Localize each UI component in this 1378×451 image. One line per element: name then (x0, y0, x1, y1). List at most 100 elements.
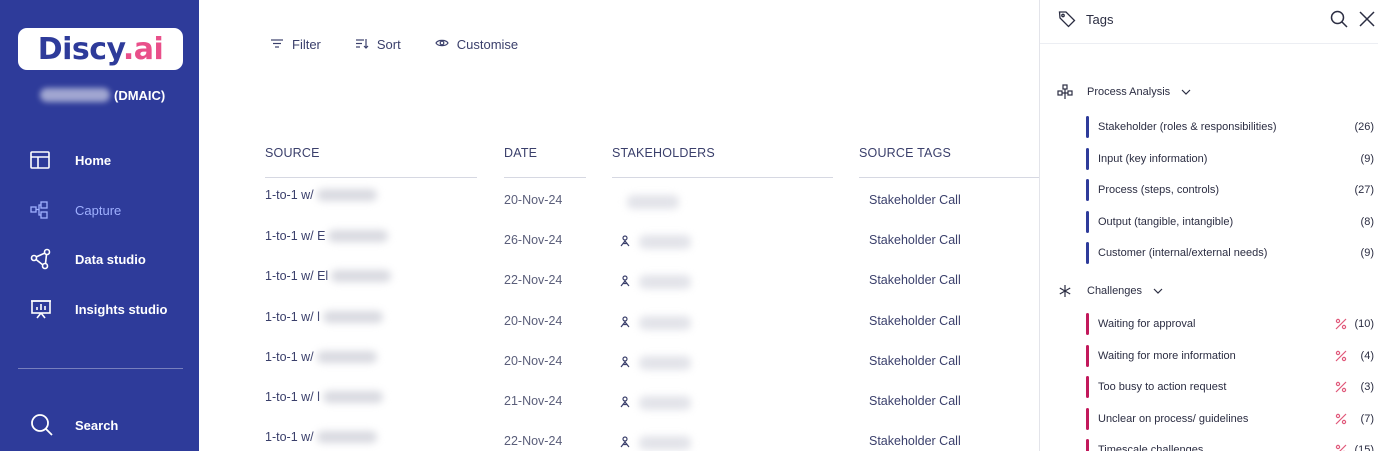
tag-count: (7) (1360, 413, 1374, 425)
tag-item[interactable]: Timescale challenges (15) (1086, 439, 1376, 451)
tag-item[interactable]: Customer (internal/external needs) (9) (1086, 242, 1376, 264)
workspace-suffix: (DMAIC) (114, 87, 166, 103)
tag-color-bar (1086, 439, 1089, 451)
tag-count: (27) (1354, 184, 1374, 196)
sort-label: Sort (376, 37, 401, 52)
source-cell[interactable]: 1-to-1 w/ l (265, 385, 383, 409)
tag-group-header[interactable]: Process Analysis (1056, 84, 1192, 100)
source-cell[interactable]: 1-to-1 w/ (265, 183, 377, 207)
source-text: 1-to-1 w/ El (265, 269, 329, 283)
nav-item-capture[interactable]: Capture (30, 197, 121, 223)
tag-item[interactable]: Input (key information) (9) (1086, 148, 1376, 170)
search-icon[interactable] (1330, 10, 1348, 28)
source-tag-cell[interactable]: Stakeholder Call (869, 188, 961, 212)
source-cell[interactable]: 1-to-1 w/ E (265, 224, 389, 248)
tag-item[interactable]: Output (tangible, intangible) (8) (1086, 211, 1376, 233)
source-cell[interactable]: 1-to-1 w/ l (265, 305, 383, 329)
column-header-source[interactable]: SOURCE (265, 146, 320, 160)
stakeholders-cell (619, 431, 691, 451)
date-cell: 20-Nov-24 (504, 193, 563, 207)
redacted-stakeholder (639, 436, 691, 450)
logo-ai-text: ai (133, 31, 164, 67)
logo[interactable]: Discy.ai (18, 28, 183, 70)
source-text: 1-to-1 w/ (265, 350, 314, 364)
source-tag-cell[interactable]: Stakeholder Call (869, 429, 961, 451)
layout-icon (30, 149, 60, 171)
date-cell: 20-Nov-24 (504, 354, 563, 368)
tag-item[interactable]: Waiting for more information (4) (1086, 345, 1376, 367)
redacted-stakeholder (639, 316, 691, 330)
source-tag-cell[interactable]: Stakeholder Call (869, 228, 961, 252)
close-icon[interactable] (1358, 10, 1376, 28)
process-icon (1056, 84, 1074, 100)
sidebar: Discy.ai (DMAIC) Home Capture Data studi… (0, 0, 199, 451)
tag-item[interactable]: Stakeholder (roles & responsibilities) (2… (1086, 116, 1376, 138)
source-cell[interactable]: 1-to-1 w/ (265, 425, 377, 449)
tag-label: Stakeholder (roles & responsibilities) (1098, 121, 1277, 133)
table-row[interactable]: 1-to-1 w/ l 20-Nov-24 Stakeholder Call (265, 305, 1040, 345)
nav-item-insights-studio[interactable]: Insights studio (30, 296, 167, 322)
tags-panel: Tags Process Analysis Stakeholder (roles … (1039, 0, 1378, 451)
nav-item-home[interactable]: Home (30, 147, 111, 173)
customise-label: Customise (456, 37, 519, 52)
tag-item[interactable]: Waiting for approval (10) (1086, 313, 1376, 335)
column-header-stakeholders[interactable]: STAKEHOLDERS (612, 146, 715, 160)
stakeholder-icon (619, 315, 631, 331)
tag-count: (4) (1360, 350, 1374, 362)
workspace-selector[interactable]: (DMAIC) (40, 84, 165, 106)
source-tag-cell[interactable]: Stakeholder Call (869, 349, 961, 373)
filter-icon (270, 36, 284, 53)
tag-group-label: Challenges (1087, 285, 1143, 297)
sort-icon (355, 36, 369, 53)
tag-label: Output (tangible, intangible) (1098, 216, 1234, 228)
date-cell: 22-Nov-24 (504, 273, 563, 287)
redacted-stakeholder (639, 396, 691, 410)
source-cell[interactable]: 1-to-1 w/ El (265, 264, 392, 288)
tag-count: (15) (1354, 444, 1374, 451)
nav-label-capture: Capture (75, 202, 122, 218)
date-cell: 26-Nov-24 (504, 233, 563, 247)
chevron-down-icon[interactable] (1152, 285, 1164, 297)
source-tag-cell[interactable]: Stakeholder Call (869, 268, 961, 292)
logo-dot-text: . (122, 31, 134, 67)
eye-icon (435, 36, 449, 53)
tag-icon (1058, 10, 1076, 28)
nav-item-data-studio[interactable]: Data studio (30, 246, 146, 272)
stakeholder-icon (619, 435, 631, 451)
tag-item[interactable]: Process (steps, controls) (27) (1086, 179, 1376, 201)
tag-color-bar (1086, 345, 1089, 367)
table-row[interactable]: 1-to-1 w/20-Nov-24 Stakeholder Call (265, 345, 1040, 385)
redacted-name (316, 189, 377, 201)
tag-count: (9) (1360, 247, 1374, 259)
nav-item-search[interactable]: Search (30, 412, 118, 438)
redacted-name (322, 311, 383, 323)
chevron-down-icon[interactable] (1180, 86, 1192, 98)
tag-count: (3) (1360, 381, 1374, 393)
filter-button[interactable]: Filter (270, 36, 321, 53)
stakeholders-cell (619, 230, 691, 254)
tag-group-header[interactable]: Challenges (1056, 283, 1164, 299)
column-header-date[interactable]: DATE (504, 146, 537, 160)
toolbar: Filter Sort Customise (270, 36, 518, 53)
table-row[interactable]: 1-to-1 w/ E 26-Nov-24 Stakeholder Call (265, 224, 1040, 264)
table-row[interactable]: 1-to-1 w/ l 21-Nov-24 Stakeholder Call (265, 385, 1040, 425)
table-row[interactable]: 1-to-1 w/20-Nov-24 Stakeholder Call (265, 184, 1040, 224)
stakeholders-cell (619, 190, 679, 214)
stakeholders-cell (619, 391, 691, 415)
sort-button[interactable]: Sort (355, 36, 401, 53)
tag-item[interactable]: Unclear on process/ guidelines (7) (1086, 408, 1376, 430)
source-tag-cell[interactable]: Stakeholder Call (869, 389, 961, 413)
stakeholders-cell (619, 311, 691, 335)
source-tag-cell[interactable]: Stakeholder Call (869, 309, 961, 333)
tag-color-bar (1086, 179, 1089, 201)
source-cell[interactable]: 1-to-1 w/ (265, 345, 377, 369)
customise-button[interactable]: Customise (435, 36, 518, 53)
tag-item[interactable]: Too busy to action request (3) (1086, 376, 1376, 398)
stakeholder-icon (619, 274, 631, 290)
source-text: 1-to-1 w/ l (265, 310, 320, 324)
table-row[interactable]: 1-to-1 w/ El 22-Nov-24 Stakeholder Call (265, 264, 1040, 304)
tag-label: Process (steps, controls) (1098, 184, 1220, 196)
logo-main-text: Discy (37, 31, 124, 67)
column-header-source-tags[interactable]: SOURCE TAGS (859, 146, 951, 160)
table-row[interactable]: 1-to-1 w/22-Nov-24 Stakeholder Call (265, 425, 1040, 451)
